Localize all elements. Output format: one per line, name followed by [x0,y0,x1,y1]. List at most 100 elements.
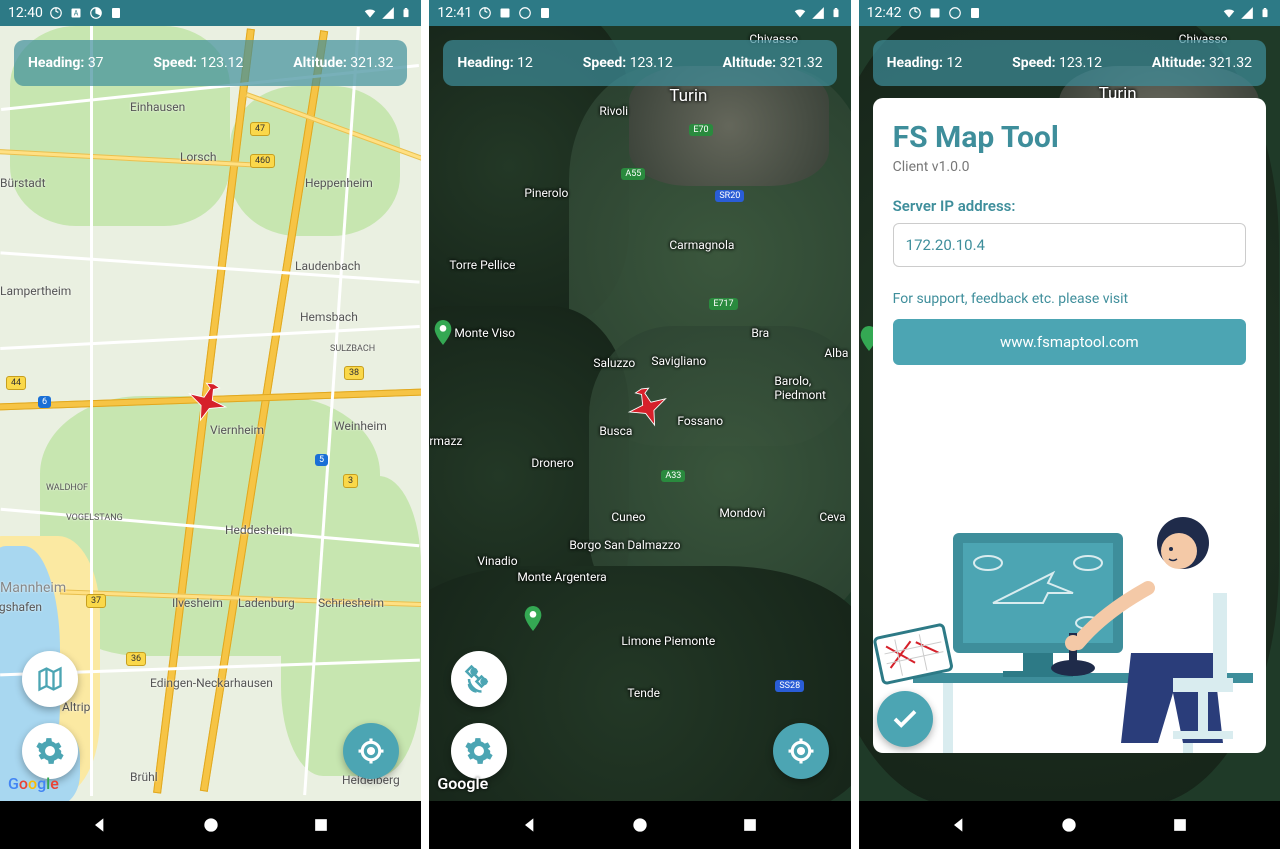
status-icon [89,6,103,20]
version-label: Client v1.0.0 [893,159,1246,175]
support-text: For support, feedback etc. please visit [893,291,1246,307]
settings-backdrop: Chivasso Turin Heading: 12 Speed: 123.12… [859,26,1280,801]
svg-text:A: A [74,10,79,18]
nav-home-button[interactable] [1059,815,1079,835]
settings-button[interactable] [22,723,78,779]
wifi-icon [1222,6,1236,20]
battery-icon [1258,6,1272,20]
android-nav-bar [429,801,850,849]
map-label: Schriesheim [318,596,384,610]
status-icon: A [69,6,83,20]
road-shield: 460 [250,154,275,168]
road-shield: 5 [315,454,328,466]
status-icon [518,6,532,20]
telemetry-bar: Heading: 12 Speed: 123.12 Altitude: 321.… [873,40,1266,86]
ip-label: Server IP address: [893,197,1246,215]
locate-button[interactable] [773,723,829,779]
map-label: Barolo, Piedmont [774,374,850,402]
settings-button[interactable] [451,723,507,779]
map-label: Busca [599,424,632,438]
map-label: Ladenburg [238,596,295,610]
locate-button[interactable] [343,723,399,779]
confirm-button[interactable] [877,691,933,747]
map-label: Vinadio [477,554,517,568]
status-time: 12:41 [437,5,472,21]
map-label: Heddesheim [225,523,292,537]
map-label: Ceva [819,510,845,524]
poi-marker-icon[interactable] [523,606,543,632]
road-shield: 38 [344,366,364,380]
map-label: Heppenheim [305,176,373,190]
map-label: Einhausen [130,100,185,114]
map-label: Edingen-Neckarhausen [150,676,273,690]
map-type-button[interactable] [22,651,78,707]
road-shield: E717 [709,298,737,310]
phone-screen-satellite: 12:41 Chivasso Turin Rivoli Pinerolo Car… [429,0,850,849]
map-label: Mondovì [719,506,765,520]
status-icon [478,6,492,20]
settings-title: FS Map Tool [893,120,1246,155]
nav-back-button[interactable] [949,815,969,835]
map-label: VOGELSTANG [66,513,123,523]
map-satellite[interactable]: Chivasso Turin Rivoli Pinerolo Carmagnol… [429,26,850,801]
nav-home-button[interactable] [630,815,650,835]
map-label: Turin [669,86,707,106]
road-shield: SS28 [775,680,804,692]
battery-icon [829,6,843,20]
nav-back-button[interactable] [90,815,110,835]
map-label: Alba [824,346,848,360]
road-shield: 36 [126,652,146,666]
battery-icon [399,6,413,20]
status-icon [948,6,962,20]
road-shield: E70 [689,124,712,136]
map-label: Mannheim [0,580,66,596]
map-label: Borgo San Dalmazzo [569,538,680,552]
map-label: WALDHOF [46,483,88,493]
signal-icon [811,6,825,20]
map-label: Bra [751,326,769,340]
status-icon [498,6,512,20]
map-label: Dronero [531,456,573,470]
map-label: Hemsbach [300,310,358,324]
status-bar: 12:42 [859,0,1280,26]
road-shield: 6 [38,396,51,408]
status-icon [109,6,123,20]
status-time: 12:42 [867,5,902,21]
road-shield: 37 [86,594,106,608]
nav-back-button[interactable] [520,815,540,835]
settings-panel: FS Map Tool Client v1.0.0 Server IP addr… [873,98,1266,753]
map-type-button[interactable] [451,651,507,707]
map-road[interactable]: Einhausen Lorsch Heppenheim Bürstadt Lam… [0,26,421,801]
ip-input[interactable] [893,223,1246,267]
road-shield: 44 [6,376,26,390]
map-label: Torre Pellice [449,258,515,272]
map-label: Bürstadt [0,176,46,190]
android-nav-bar [0,801,421,849]
status-icon [908,6,922,20]
website-link-button[interactable]: www.fsmaptool.com [893,319,1246,365]
road-shield: 47 [250,122,270,136]
telemetry-bar: Heading: 37 Speed: 123.12 Altitude: 321.… [14,40,407,86]
signal-icon [1240,6,1254,20]
google-logo: Google [437,774,488,793]
status-icon [49,6,63,20]
map-label: igshafen [0,600,42,614]
poi-marker-icon[interactable] [433,320,453,346]
nav-recents-button[interactable] [740,815,760,835]
map-label: Savigliano [651,354,706,368]
status-icon [928,6,942,20]
road-shield: SR20 [715,190,744,202]
map-label: Laudenbach [295,259,361,273]
map-label: Carmagnola [669,238,734,252]
status-bar: 12:41 [429,0,850,26]
nav-recents-button[interactable] [311,815,331,835]
map-label: Ilvesheim [172,596,223,610]
road-shield: A33 [661,470,685,482]
map-label: rmazz [429,434,462,448]
map-label: Fossano [677,414,723,428]
status-icon [538,6,552,20]
nav-recents-button[interactable] [1170,815,1190,835]
map-label: Weinheim [334,419,387,433]
map-label: Monte Argentera [517,570,606,584]
nav-home-button[interactable] [201,815,221,835]
